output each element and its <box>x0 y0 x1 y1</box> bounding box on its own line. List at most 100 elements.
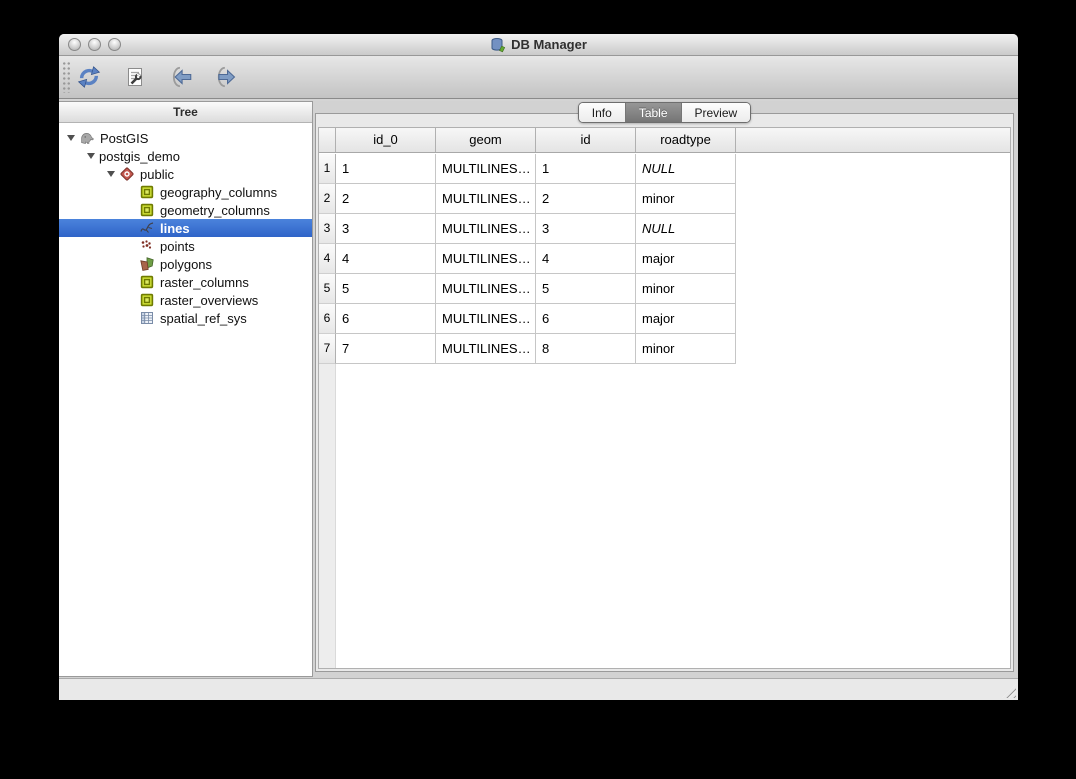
column-header-id_0[interactable]: id_0 <box>336 128 436 152</box>
cell-id[interactable]: 2 <box>536 184 636 214</box>
export-to-file-button[interactable] <box>213 63 241 91</box>
tree-item-label: raster_columns <box>160 274 249 290</box>
tree-item-geography_columns[interactable]: geography_columns <box>59 183 312 201</box>
table-row: 7 7 MULTILINES… 8 minor <box>319 334 1010 364</box>
table-row: 5 5 MULTILINES… 5 minor <box>319 274 1010 304</box>
import-layer-icon <box>168 64 194 90</box>
tree-list: PostGIS postgis_demopublic geography_colum… <box>59 123 312 327</box>
refresh-button[interactable] <box>75 63 103 91</box>
table-header-row: id_0 geom id roadtype <box>319 128 1010 153</box>
column-header-id[interactable]: id <box>536 128 636 152</box>
resize-grip[interactable] <box>1002 684 1016 698</box>
schema-icon <box>119 166 135 182</box>
cell-id[interactable]: 3 <box>536 214 636 244</box>
zoom-button[interactable] <box>108 38 121 51</box>
row-number[interactable]: 7 <box>319 334 336 364</box>
tab-preview[interactable]: Preview <box>681 103 751 122</box>
tree-item-geometry_columns[interactable]: geometry_columns <box>59 201 312 219</box>
export-to-file-icon <box>214 64 240 90</box>
cell-roadtype[interactable]: minor <box>636 184 736 214</box>
tree-item-lines[interactable]: lines <box>59 219 312 237</box>
cell-id_0[interactable]: 7 <box>336 334 436 364</box>
cell-id[interactable]: 4 <box>536 244 636 274</box>
tree-panel: Tree PostGIS postgis_demo public geography_… <box>59 101 313 677</box>
cell-id[interactable]: 6 <box>536 304 636 334</box>
tree-item-raster_columns[interactable]: raster_columns <box>59 273 312 291</box>
attr-table-icon <box>139 292 155 308</box>
tree-item-public[interactable]: public <box>59 165 312 183</box>
toolbar-grip-handle[interactable] <box>62 61 71 93</box>
corner-header-button[interactable] <box>319 128 336 152</box>
cell-geom[interactable]: MULTILINES… <box>436 274 536 304</box>
triangle-down-icon <box>87 153 95 159</box>
table-row: 2 2 MULTILINES… 2 minor <box>319 184 1010 214</box>
tree-item-spatial_ref_sys[interactable]: spatial_ref_sys <box>59 309 312 327</box>
traffic-lights <box>68 38 121 51</box>
cell-geom[interactable]: MULTILINES… <box>436 154 536 184</box>
row-number[interactable]: 4 <box>319 244 336 274</box>
disclosure-triangle[interactable] <box>103 171 119 177</box>
tree-item-PostGIS[interactable]: PostGIS <box>59 129 312 147</box>
cell-roadtype[interactable]: minor <box>636 274 736 304</box>
minimize-button[interactable] <box>88 38 101 51</box>
tab-bar: Info Table Preview <box>316 102 1013 123</box>
cell-roadtype[interactable]: major <box>636 304 736 334</box>
tree-item-label: postgis_demo <box>99 148 180 164</box>
tree-item-label: geography_columns <box>160 184 278 200</box>
cell-id_0[interactable]: 4 <box>336 244 436 274</box>
cell-roadtype[interactable]: minor <box>636 334 736 364</box>
cell-roadtype[interactable]: NULL <box>636 214 736 244</box>
table-body: 1 1 MULTILINES… 1 NULL 2 2 MULTILINES… 2 minor 3 3 M… <box>319 154 1010 668</box>
cell-geom[interactable]: MULTILINES… <box>436 334 536 364</box>
row-number[interactable]: 1 <box>319 154 336 184</box>
status-bar <box>59 678 1018 700</box>
tab-table[interactable]: Table <box>625 103 682 122</box>
tree-item-points[interactable]: points <box>59 237 312 255</box>
row-number[interactable]: 3 <box>319 214 336 244</box>
import-layer-button[interactable] <box>167 63 195 91</box>
title-bar[interactable]: DB Manager <box>59 34 1018 56</box>
disclosure-triangle[interactable] <box>63 135 79 141</box>
tab-info[interactable]: Info <box>578 103 626 122</box>
tree-item-postgis_demo[interactable]: postgis_demo <box>59 147 312 165</box>
refresh-icon <box>76 64 102 90</box>
cell-id_0[interactable]: 5 <box>336 274 436 304</box>
cell-geom[interactable]: MULTILINES… <box>436 244 536 274</box>
tree-item-label: points <box>160 238 195 254</box>
cell-id[interactable]: 8 <box>536 334 636 364</box>
window-title: DB Manager <box>490 37 587 53</box>
tree-item-raster_overviews[interactable]: raster_overviews <box>59 291 312 309</box>
sql-window-button[interactable] <box>121 63 149 91</box>
cell-id[interactable]: 5 <box>536 274 636 304</box>
tree-item-polygons[interactable]: polygons <box>59 255 312 273</box>
column-header-geom[interactable]: geom <box>436 128 536 152</box>
cell-id_0[interactable]: 2 <box>336 184 436 214</box>
attr-table-icon <box>139 202 155 218</box>
tree-item-label: public <box>140 166 174 182</box>
cell-roadtype[interactable]: major <box>636 244 736 274</box>
cell-roadtype[interactable]: NULL <box>636 154 736 184</box>
cell-id_0[interactable]: 3 <box>336 214 436 244</box>
cell-geom[interactable]: MULTILINES… <box>436 184 536 214</box>
cell-id[interactable]: 1 <box>536 154 636 184</box>
detail-panel: Info Table Preview id_0 geom id roadtype 1 1 MU… <box>315 102 1014 672</box>
disclosure-triangle[interactable] <box>83 153 99 159</box>
row-number[interactable]: 5 <box>319 274 336 304</box>
tab-segmented-control: Info Table Preview <box>577 102 752 123</box>
tree-item-label: polygons <box>160 256 213 272</box>
row-number[interactable]: 6 <box>319 304 336 334</box>
attr-table-icon <box>139 184 155 200</box>
cell-geom[interactable]: MULTILINES… <box>436 304 536 334</box>
close-button[interactable] <box>68 38 81 51</box>
triangle-down-icon <box>67 135 75 141</box>
cell-geom[interactable]: MULTILINES… <box>436 214 536 244</box>
cell-id_0[interactable]: 6 <box>336 304 436 334</box>
tree-item-label: spatial_ref_sys <box>160 310 247 326</box>
line-layer-icon <box>139 220 155 236</box>
cell-id_0[interactable]: 1 <box>336 154 436 184</box>
column-header-roadtype[interactable]: roadtype <box>636 128 736 152</box>
row-number[interactable]: 2 <box>319 184 336 214</box>
point-layer-icon <box>139 238 155 254</box>
table-row: 3 3 MULTILINES… 3 NULL <box>319 214 1010 244</box>
table-row: 6 6 MULTILINES… 6 major <box>319 304 1010 334</box>
